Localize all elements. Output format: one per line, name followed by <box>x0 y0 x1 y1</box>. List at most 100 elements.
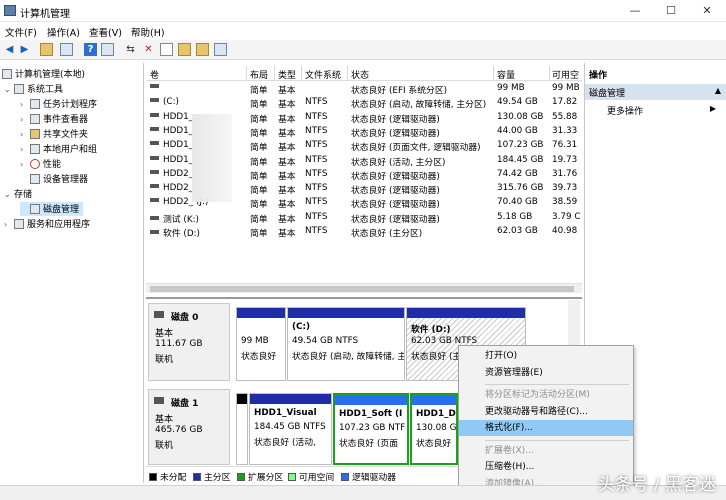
more-actions-arrow-icon[interactable]: ▶ <box>710 104 716 113</box>
volume-cell: 状态良好 (EFI 系统分区) <box>351 86 448 96</box>
volume-name: HDD2_ <box>163 168 194 179</box>
more-actions[interactable]: 更多操作 <box>607 104 643 117</box>
tree-item-services-apps[interactable]: › 服务和应用程序 <box>4 217 90 231</box>
col-layout[interactable]: 布局 <box>250 68 268 81</box>
col-capacity[interactable]: 容量 <box>497 68 515 81</box>
back-arrow-icon[interactable]: ◀ <box>3 43 16 56</box>
performance-icon <box>30 159 40 169</box>
volume-cell: 基本 <box>278 229 296 239</box>
menu-view[interactable]: 查看(V) <box>89 25 122 39</box>
context-menu-item[interactable]: 格式化(F)... <box>459 420 633 436</box>
maximize-button[interactable]: ☐ <box>656 0 686 22</box>
checklist-icon[interactable] <box>160 43 173 56</box>
volume-cell: 62.03 GB <box>497 226 538 236</box>
help-icon[interactable]: ? <box>84 43 97 56</box>
volume-row[interactable]: 简单 基本 状态良好 (EFI 系统分区) 99 MB 99 MB <box>146 82 582 96</box>
volume-cell: 状态良好 (逻辑驱动器) <box>351 171 440 182</box>
volume-cell: 5.18 GB <box>497 211 533 222</box>
tree-item-shared-folders[interactable]: › 共享文件夹 <box>20 127 88 141</box>
menu-action[interactable]: 操作(A) <box>47 25 80 39</box>
disk-1-label[interactable]: 磁盘 1 基本 465.76 GB 联机 <box>148 389 230 465</box>
partition-efi[interactable]: 99 MB 状态良好 <box>236 307 286 381</box>
partition-hdd1-soft[interactable]: HDD1_Soft (I 107.23 GB NTF 状态良好 (页面 <box>333 393 409 465</box>
partition-hdd1-data[interactable]: HDD1_Da 130.08 GB 状态良好 <box>410 393 458 465</box>
up-folder-icon[interactable] <box>40 43 53 56</box>
partition-unallocated[interactable] <box>236 393 248 465</box>
volume-row[interactable]: 软件 (D:) 简单 基本 NTFS 状态良好 (主分区) 62.03 GB 40.98 <box>146 225 582 239</box>
volume-icon <box>150 112 159 117</box>
tree-item-event-viewer[interactable]: › 事件查看器 <box>20 112 88 126</box>
forward-arrow-icon[interactable]: ▶ <box>18 43 31 56</box>
horizontal-scrollbar[interactable] <box>146 283 582 293</box>
device-manager-icon <box>30 174 40 184</box>
computer-management-icon <box>4 5 16 16</box>
legend-free-space: 可用空间 <box>288 470 334 483</box>
disk-list-icon[interactable] <box>214 43 227 56</box>
col-volume[interactable]: 卷 <box>150 68 159 81</box>
disk-icon <box>154 311 164 318</box>
volume-cell: 基本 <box>278 86 296 96</box>
volume-cell: 简单 <box>250 200 268 211</box>
volume-cell: 107.23 GB <box>497 140 544 151</box>
volume-row[interactable]: (C:) 简单 基本 NTFS 状态良好 (启动, 故障转储, 主分区) 49.54 GB… <box>146 96 582 110</box>
search-folder-icon[interactable] <box>196 43 209 56</box>
volume-icon <box>150 155 159 160</box>
volume-cell: 状态良好 (活动, 主分区) <box>351 157 446 168</box>
disk-0-label[interactable]: 磁盘 0 基本 111.67 GB 联机 <box>148 303 230 381</box>
menu-help[interactable]: 帮助(H) <box>131 25 165 39</box>
volume-cell: 简单 <box>250 229 268 239</box>
volume-cell: 55.88 <box>552 111 578 122</box>
close-button[interactable]: ✕ <box>692 0 722 22</box>
volume-cell: 基本 <box>278 186 296 197</box>
context-menu-item: 将分区标记为活动分区(M) <box>485 390 590 400</box>
tree-item-disk-management[interactable]: 磁盘管理 <box>20 202 84 216</box>
context-menu-item[interactable]: 资源管理器(E) <box>459 365 633 381</box>
volume-cell: 49.54 GB <box>497 97 538 108</box>
disk-icon <box>154 397 164 404</box>
volume-cell: 状态良好 (启动, 故障转储, 主分区) <box>351 100 487 111</box>
volume-cell: 状态良好 (逻辑驱动器) <box>351 114 440 125</box>
col-status[interactable]: 状态 <box>351 68 369 81</box>
connect-icon[interactable]: ⇆ <box>124 43 137 56</box>
delete-icon[interactable]: ✕ <box>142 43 155 56</box>
tree-item-task-scheduler[interactable]: › 任务计划程序 <box>20 97 97 111</box>
tree-item-performance[interactable]: › 性能 <box>20 157 61 171</box>
scroll-thumb[interactable] <box>150 286 574 292</box>
volume-cell: 基本 <box>278 100 296 111</box>
volume-cell: NTFS <box>305 197 328 208</box>
volume-cell: 基本 <box>278 157 296 168</box>
menu-file[interactable]: 文件(F) <box>5 25 37 39</box>
properties-icon[interactable] <box>101 43 114 56</box>
volume-cell: 简单 <box>250 100 268 111</box>
collapse-arrow-icon[interactable]: ▲ <box>715 86 721 95</box>
context-menu-item[interactable]: 更改驱动器号和路径(C)... <box>459 404 633 420</box>
tree-item-local-users[interactable]: › 本地用户和组 <box>20 142 97 156</box>
minimize-button[interactable]: — <box>620 0 650 22</box>
volume-cell: 基本 <box>278 214 296 225</box>
volume-name: 软件 (D:) <box>163 229 200 239</box>
tree-item-device-manager[interactable]: 设备管理器 <box>30 172 88 186</box>
volume-cell: 简单 <box>250 114 268 125</box>
col-type[interactable]: 类型 <box>278 68 296 81</box>
tree-item-system-tools[interactable]: ⌄ 系统工具 <box>4 82 63 96</box>
col-filesystem[interactable]: 文件系统 <box>305 68 341 81</box>
volume-cell: NTFS <box>305 111 328 122</box>
volume-name: 测试 (K:) <box>163 214 199 225</box>
volume-cell: 39.73 <box>552 183 578 194</box>
partition-c[interactable]: (C:) 49.54 GB NTFS 状态良好 (启动, 故障转储, 主 <box>287 307 405 381</box>
volume-row[interactable]: 测试 (K:) 简单 基本 NTFS 状态良好 (逻辑驱动器) 5.18 GB 3.79 C <box>146 211 582 225</box>
context-menu-item: 扩展卷(X)... <box>485 445 534 456</box>
volume-cell: 40.98 <box>552 226 578 236</box>
open-folder-icon[interactable] <box>178 43 191 56</box>
actions-section-disk-management[interactable]: 磁盘管理 ▲ <box>585 84 726 100</box>
volume-cell: 31.76 <box>552 168 578 179</box>
col-free-space[interactable]: 可用空 <box>552 68 579 81</box>
volume-cell: 19.73 <box>552 154 578 165</box>
menu-bar: 文件(F) 操作(A) 查看(V) 帮助(H) <box>0 22 726 40</box>
volume-cell: NTFS <box>305 154 328 165</box>
partition-hdd1-visual[interactable]: HDD1_Visual 184.45 GB NTFS 状态良好 (活动, <box>249 393 332 465</box>
tree-item-computer-management[interactable]: 计算机管理(本地) <box>2 67 85 81</box>
show-hide-tree-icon[interactable] <box>60 43 73 56</box>
tree-item-storage[interactable]: ⌄ 存储 <box>4 187 32 201</box>
context-menu-item[interactable]: 打开(O) <box>459 348 633 364</box>
